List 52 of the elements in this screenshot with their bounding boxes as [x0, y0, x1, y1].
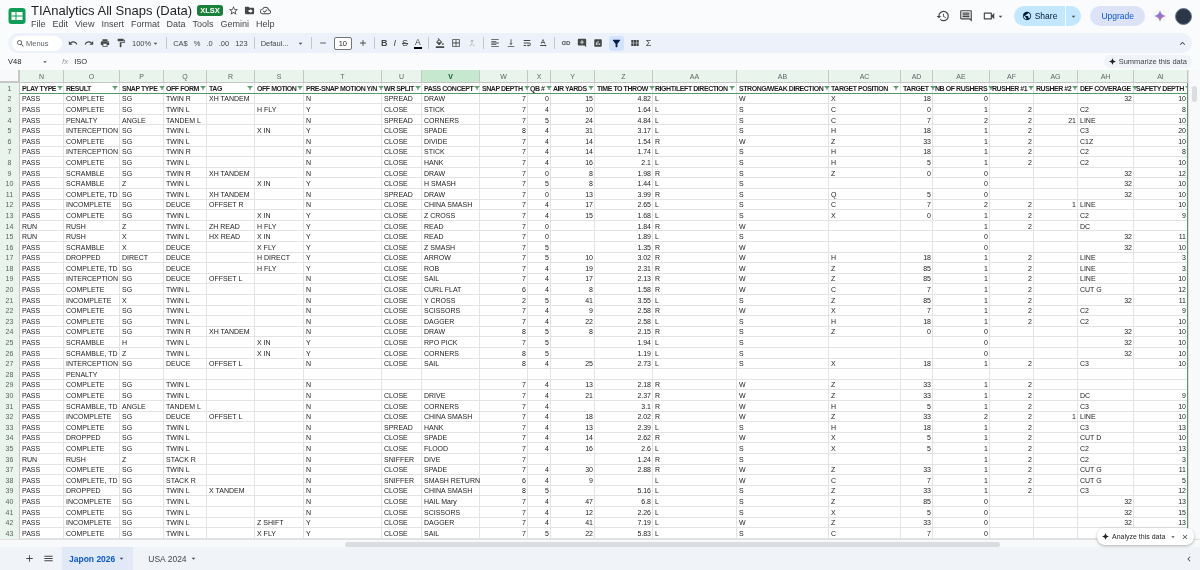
menu-icon[interactable]: [43, 553, 54, 564]
menu-item[interactable]: View: [75, 17, 95, 30]
scrollbar-thumb[interactable]: [345, 542, 1000, 547]
cloud-icon[interactable]: [259, 4, 271, 16]
share-button[interactable]: Share: [1013, 6, 1066, 26]
star-icon[interactable]: [227, 4, 239, 16]
globe-icon[interactable]: [1021, 11, 1032, 21]
filter-views-icon[interactable]: [629, 38, 640, 48]
undo-icon[interactable]: [68, 38, 78, 48]
link-icon[interactable]: [560, 38, 571, 48]
paint-format-icon[interactable]: [116, 38, 126, 48]
menu-item[interactable]: Edit: [52, 17, 69, 30]
filter-icon[interactable]: [1131, 86, 1138, 91]
text-rotation-icon[interactable]: [537, 38, 548, 48]
folder-icon[interactable]: [243, 4, 255, 16]
strikethrough-button[interactable]: S: [402, 38, 409, 48]
fx-label: fx: [62, 57, 69, 66]
comment-icon[interactable]: [958, 9, 973, 23]
sparkle-icon: [1102, 533, 1109, 540]
spreadsheet-logo-icon[interactable]: [8, 7, 26, 25]
document-title[interactable]: TIAnalytics All Snaps (Data): [31, 2, 193, 18]
add-comment-icon[interactable]: [576, 38, 587, 48]
sheet-tab[interactable]: USA 2024: [141, 547, 205, 570]
print-icon[interactable]: [100, 38, 110, 48]
sheet-tab[interactable]: Japon 2026: [62, 547, 134, 570]
redo-icon[interactable]: [84, 38, 94, 48]
menu-item[interactable]: File: [31, 17, 46, 30]
fill-color-icon[interactable]: [434, 38, 445, 48]
borders-icon[interactable]: [450, 38, 461, 48]
add-sheet-icon[interactable]: [24, 553, 35, 564]
menu-item[interactable]: Data: [166, 17, 186, 30]
italic-button[interactable]: I: [393, 38, 397, 48]
bold-button[interactable]: B: [381, 38, 388, 48]
avatar[interactable]: [1175, 7, 1192, 25]
text-color-button[interactable]: A: [414, 37, 422, 49]
menu-item[interactable]: Format: [130, 17, 160, 30]
menu-item[interactable]: Tools: [192, 17, 214, 30]
menu-item[interactable]: Insert: [101, 17, 124, 30]
filter-icon[interactable]: [608, 35, 624, 51]
functions-button[interactable]: Σ: [645, 38, 652, 48]
upgrade-button[interactable]: Upgrade: [1090, 6, 1145, 26]
sparkle-icon: [1108, 58, 1116, 65]
menu-item[interactable]: Help: [255, 17, 275, 30]
menu-item[interactable]: Gemini: [220, 17, 249, 30]
scrollbar-thumb[interactable]: [1192, 86, 1197, 102]
align-left-icon[interactable]: [489, 38, 500, 48]
sparkle-icon: [1154, 10, 1166, 22]
close-icon[interactable]: [1181, 532, 1190, 541]
search-icon: [16, 38, 25, 48]
chart-icon[interactable]: [592, 38, 603, 48]
history-icon[interactable]: [935, 9, 950, 23]
wrap-text-icon[interactable]: [521, 38, 532, 48]
